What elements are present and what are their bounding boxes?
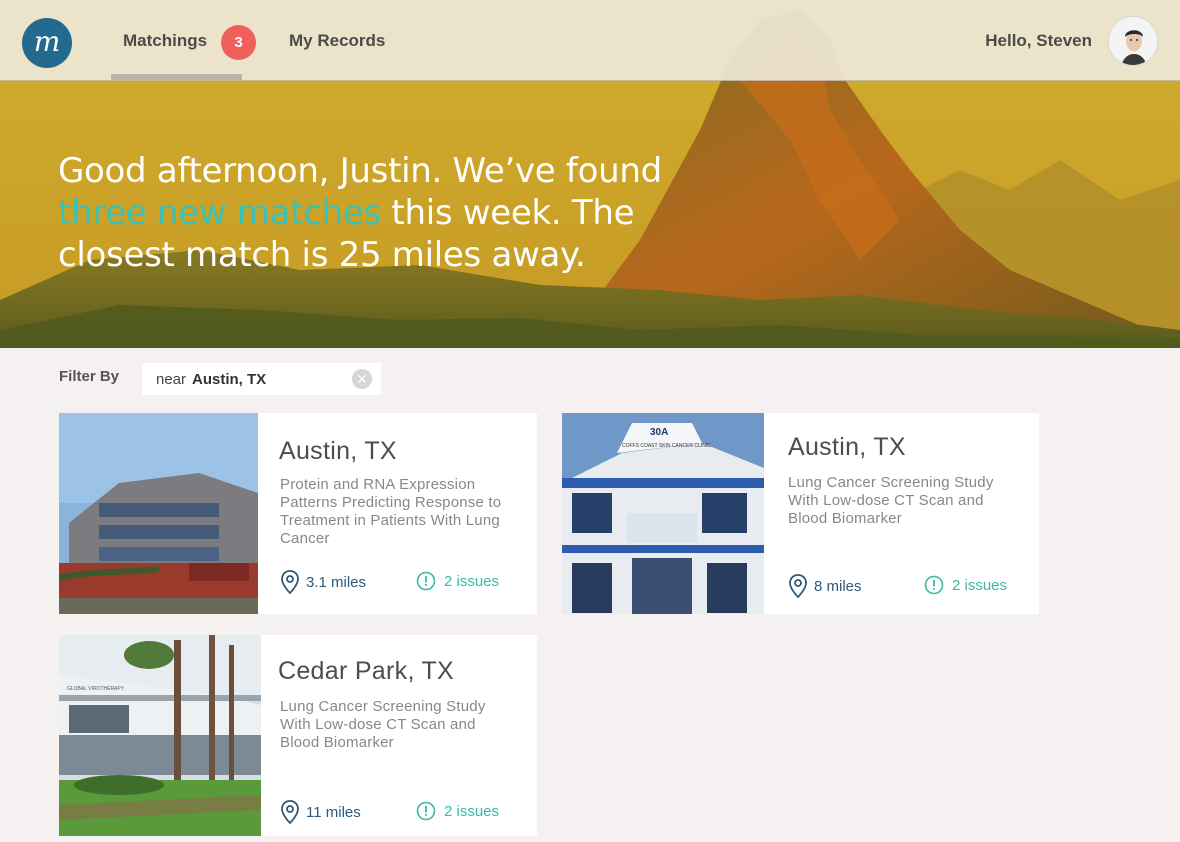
location-filter-chip[interactable]: near Austin, TX ✕ [142,363,381,395]
issues-text: 2 issues [444,572,500,590]
clinic-photo: GLOBAL VIROTHERAPY [59,635,261,836]
card-city: Austin, TX [279,437,397,465]
card-issues[interactable]: 2 issues [416,801,499,821]
matchings-count-badge: 3 [221,25,256,60]
card-distance: 8 miles [788,574,862,598]
photo-sign-number: 30A [650,427,668,438]
filter-prefix: near [156,371,187,388]
photo-sign-text: GLOBAL VIROTHERAPY [67,686,125,692]
location-pin-icon [281,800,299,824]
app-logo[interactable]: m [22,18,72,68]
match-card[interactable]: Austin, TX Protein and RNA Expression Pa… [59,413,537,614]
user-greeting: Hello, Steven [985,31,1092,50]
alert-circle-icon [416,571,436,591]
welcome-headline: Good afternoon, Justin. We’ve found thre… [58,150,698,276]
filter-location-value: Austin, TX [192,371,267,388]
location-pin-icon [281,570,299,594]
top-navigation-bar: m Matchings 3 My Records Hello, Steven [0,0,1180,81]
card-city: Austin, TX [788,433,906,461]
photo-sign-text: COFFS COAST SKIN CANCER CLINIC [622,443,711,449]
location-pin-icon [789,574,807,598]
card-study-title: Protein and RNA Expression Patterns Pred… [280,476,502,547]
clear-icon[interactable]: ✕ [352,369,372,389]
issues-text: 2 issues [952,576,1008,594]
card-distance: 3.1 miles [280,570,366,594]
alert-circle-icon [416,801,436,821]
filter-label: Filter By [59,368,120,385]
card-distance: 11 miles [280,800,361,824]
headline-intro: Good afternoon, Justin. We’ve found [58,151,662,191]
clinic-photo: 30A COFFS COAST SKIN CANCER CLINIC [562,413,764,614]
card-study-title: Lung Cancer Screening Study With Low-dos… [788,474,994,527]
issues-text: 2 issues [444,802,500,820]
card-issues[interactable]: 2 issues [416,571,499,591]
tab-matchings[interactable]: Matchings [123,31,207,51]
card-city: Cedar Park, TX [278,657,455,685]
alert-circle-icon [924,575,944,595]
match-card[interactable]: GLOBAL VIROTHERAPY Cedar Park, TX Lung C… [59,635,537,836]
card-study-title: Lung Cancer Screening Study With Low-dos… [280,698,486,751]
active-tab-indicator [111,74,242,80]
match-card[interactable]: 30A COFFS COAST SKIN CANCER CLINIC Austi… [562,413,1039,614]
distance-text: 11 miles [306,803,361,821]
tab-my-records[interactable]: My Records [289,31,385,51]
card-issues[interactable]: 2 issues [924,575,1007,595]
distance-text: 8 miles [814,577,862,595]
clinic-photo [59,413,258,614]
user-avatar[interactable] [1108,16,1158,66]
new-matches-link[interactable]: three new matches [58,193,381,233]
distance-text: 3.1 miles [306,573,367,591]
